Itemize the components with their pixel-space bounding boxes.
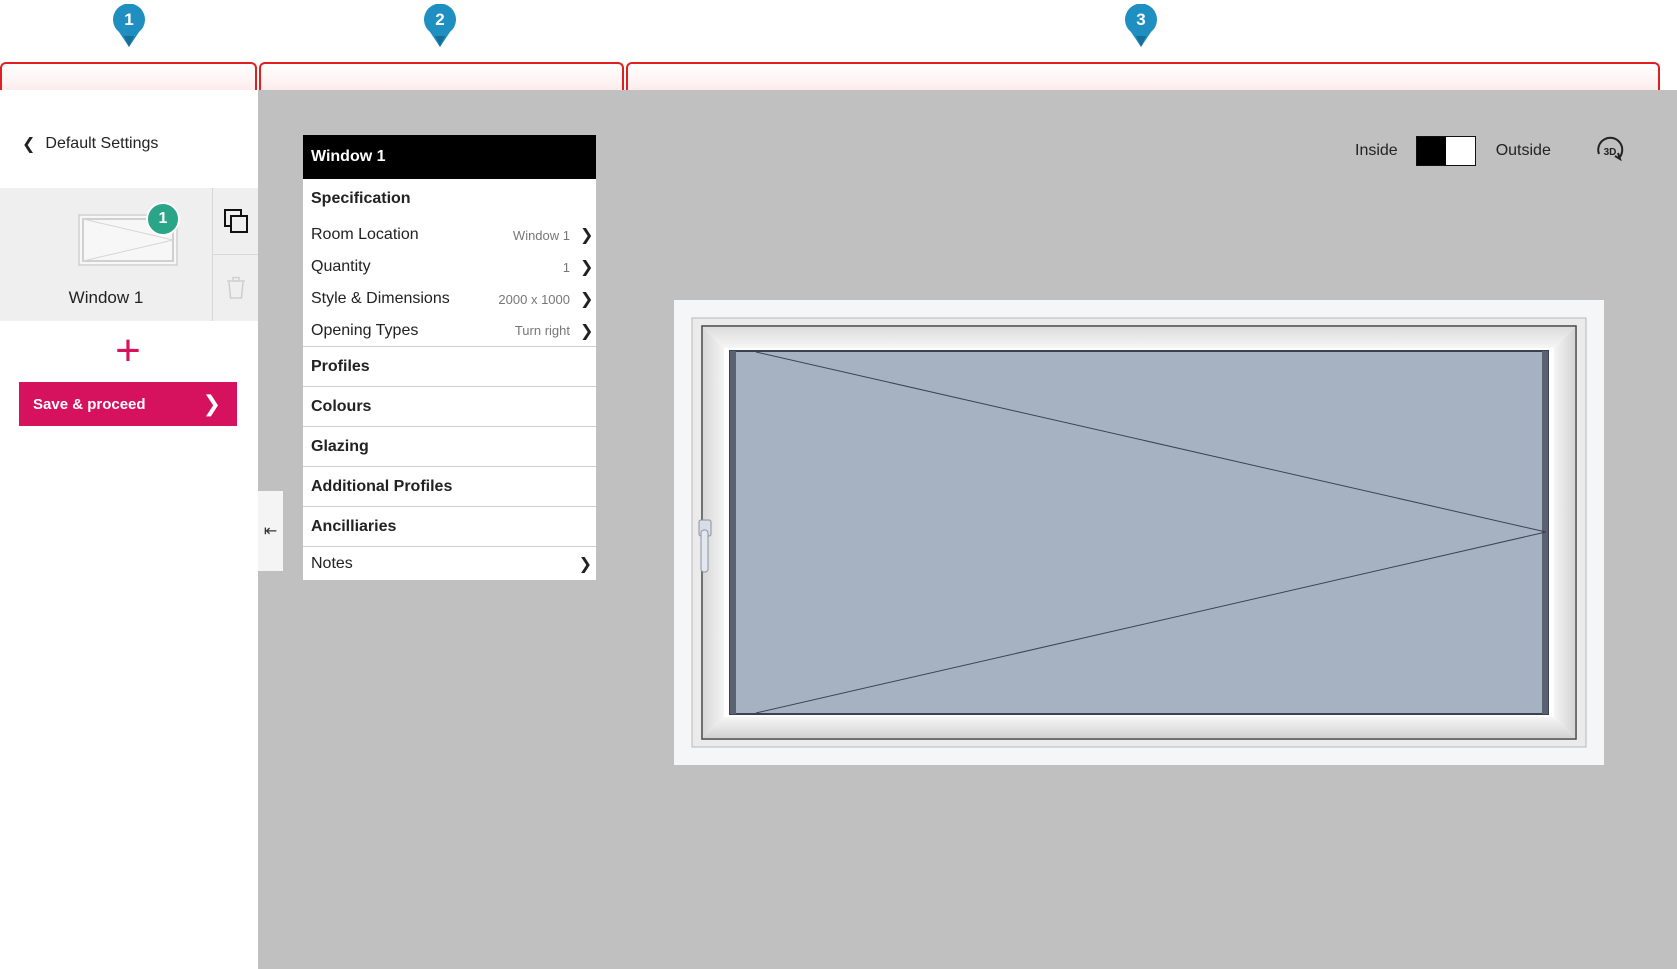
annotation-pin-1: 1	[111, 4, 147, 48]
menu-section-colours[interactable]: Colours	[303, 387, 596, 427]
card-actions	[212, 188, 258, 321]
annotation-pin-2: 2	[422, 4, 458, 48]
menu-row-value: 1	[562, 259, 570, 275]
menu-row-value: Turn right	[514, 323, 570, 338]
menu-section-profiles[interactable]: Profiles	[303, 347, 596, 387]
menu-row-value: Window 1	[512, 227, 570, 243]
menu-row-opening-types[interactable]: Opening Types Turn right ❯	[303, 315, 596, 347]
duplicate-button[interactable]	[213, 188, 258, 254]
annotation-pin-3: 3	[1123, 4, 1159, 48]
menu-section-ancilliaries[interactable]: Ancilliaries	[303, 507, 596, 547]
annotation-bracket-1	[0, 62, 257, 90]
menu-row-label: Notes	[311, 554, 353, 572]
back-link-label: Default Settings	[45, 135, 159, 152]
menu-row-label: Opening Types	[311, 321, 419, 339]
annotation-pin-label: 1	[124, 10, 134, 29]
annotation-pin-label: 2	[435, 10, 445, 29]
menu-row-label: Quantity	[311, 258, 371, 275]
chevron-right-icon: ❯	[580, 322, 594, 340]
menu-row-quantity[interactable]: Quantity 1 ❯	[303, 251, 596, 283]
view-toggle: Inside Outside	[1355, 136, 1551, 166]
chevron-right-icon: ❯	[580, 259, 594, 276]
menu-section-specification[interactable]: Specification	[303, 179, 596, 219]
menu-row-room-location[interactable]: Room Location Window 1 ❯	[303, 219, 596, 251]
trash-icon	[226, 276, 245, 299]
window-card[interactable]: 1 Window 1	[0, 188, 212, 321]
rotate-3d-icon[interactable]: 3D	[1593, 134, 1627, 168]
window-config-menu: Window 1 Specification Room Location Win…	[303, 135, 596, 580]
delete-button[interactable]	[213, 254, 258, 320]
inside-label: Inside	[1355, 142, 1398, 159]
menu-title: Window 1	[303, 135, 596, 179]
menu-section-additional-profiles[interactable]: Additional Profiles	[303, 467, 596, 507]
chevron-right-icon: ❯	[580, 291, 594, 308]
switch-inside-half	[1416, 137, 1446, 165]
annotation-pin-label: 3	[1136, 10, 1146, 29]
back-link[interactable]: ❮ Default Settings	[22, 134, 158, 154]
add-window-button[interactable]: +	[108, 329, 148, 373]
window-card-title: Window 1	[68, 288, 144, 307]
menu-row-notes[interactable]: Notes ❯	[303, 547, 596, 580]
collapse-left-icon: ⇤	[263, 523, 278, 540]
inside-outside-switch[interactable]	[1415, 136, 1476, 166]
collapse-panel-button[interactable]: ⇤	[258, 491, 283, 571]
menu-row-label: Style & Dimensions	[311, 290, 450, 307]
outside-label: Outside	[1495, 142, 1551, 159]
window-glass	[729, 350, 1549, 715]
menu-section-glazing[interactable]: Glazing	[303, 427, 596, 467]
menu-row-label: Room Location	[311, 226, 419, 243]
duplicate-icon	[223, 209, 248, 233]
window-preview	[674, 300, 1604, 765]
icon-3d-label: 3D	[1604, 147, 1617, 158]
chevron-right-icon: ❯	[202, 391, 221, 416]
annotation-bracket-2	[259, 62, 624, 90]
plus-icon: +	[115, 326, 141, 375]
design-canvas-area: ⇤ Window 1 Specification Room Location W…	[258, 90, 1677, 969]
annotation-bracket-3	[626, 62, 1660, 90]
save-proceed-button[interactable]: Save & proceed ❯	[19, 382, 237, 426]
chevron-left-icon: ❮	[22, 136, 36, 153]
save-proceed-label: Save & proceed	[33, 395, 146, 413]
chevron-right-icon: ❯	[580, 227, 594, 244]
menu-row-value: 2000 x 1000	[498, 291, 570, 307]
switch-outside-half	[1445, 137, 1475, 165]
window-count-badge: 1	[146, 202, 180, 236]
left-panel: ❮ Default Settings 1 Window 1 + Save & p…	[0, 90, 258, 969]
chevron-right-icon: ❯	[578, 555, 592, 573]
window-drawing	[674, 300, 1604, 765]
menu-row-style-dimensions[interactable]: Style & Dimensions 2000 x 1000 ❯	[303, 283, 596, 315]
